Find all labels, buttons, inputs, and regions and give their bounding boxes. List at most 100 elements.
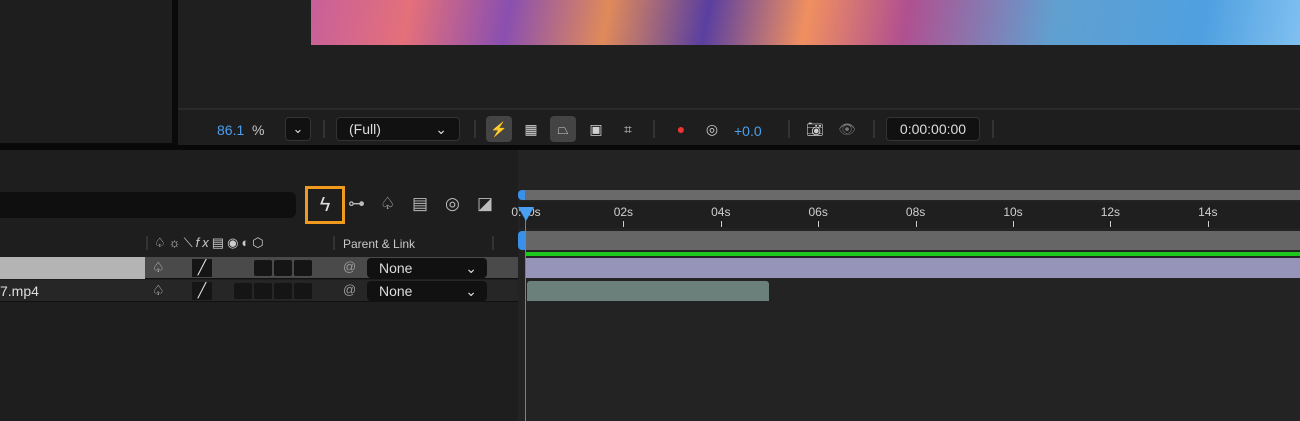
ruler-tick-label: 12s	[1100, 205, 1121, 219]
graph-editor-button[interactable]: ◪	[477, 194, 493, 214]
ruler-tick-label: 06s	[808, 205, 828, 219]
reset-exposure-button[interactable]: ◎	[699, 116, 725, 142]
lightning-icon: ϟ	[319, 193, 331, 216]
work-area-bar[interactable]	[525, 231, 1300, 250]
switch-box[interactable]	[254, 260, 272, 276]
shy-switch-icon[interactable]: ♤	[152, 259, 165, 276]
separator	[653, 120, 655, 138]
film-icon: ▤	[412, 194, 429, 213]
mask-path-icon: ⏢	[557, 120, 569, 137]
switch-box[interactable]	[294, 260, 312, 276]
ruler-tick-mark	[818, 221, 820, 227]
zoom-value[interactable]: 86.1	[217, 122, 244, 138]
transparency-grid-button[interactable]: ▦	[518, 116, 544, 142]
quality-switch[interactable]: ╱	[192, 282, 212, 300]
layer-name[interactable]: 7.mp4	[0, 283, 39, 299]
ruler-tick-mark	[1207, 221, 1209, 227]
aperture-icon: ◎	[705, 120, 719, 137]
fast-previews-button[interactable]: ⚡	[486, 116, 512, 142]
parent-value: None	[379, 260, 413, 276]
switches-icons: ♤☼⟍fx▤◉◐⬡	[154, 235, 267, 250]
ruler-tick-mark	[1013, 221, 1014, 227]
separator	[146, 236, 148, 250]
draft-3d-button[interactable]: ϟ	[305, 186, 345, 224]
render-cache-bar	[525, 252, 1300, 256]
ruler-tick-mark	[720, 221, 722, 227]
switch-box[interactable]	[234, 283, 252, 299]
hide-shy-layers-button[interactable]: ♤	[380, 194, 395, 214]
work-area-start-handle[interactable]	[518, 231, 525, 250]
layer-row[interactable]: ♤ ╱ @ None ⌄	[0, 257, 518, 279]
pick-whip-icon[interactable]: @	[343, 282, 356, 297]
separator	[492, 236, 494, 250]
motion-blur-icon: ◎	[445, 194, 460, 213]
playhead-line[interactable]	[525, 208, 526, 421]
ruler-tick-mark	[915, 221, 917, 227]
motion-blur-button[interactable]: ◎	[445, 194, 460, 214]
separator	[992, 120, 994, 138]
quality-switch[interactable]: ╱	[192, 259, 212, 277]
time-ruler[interactable]: 0:00s02s04s06s08s10s12s14s1	[511, 202, 1300, 228]
time-navigator[interactable]	[525, 190, 1300, 200]
layer-duration-bar[interactable]	[525, 258, 1300, 278]
snapshot-button[interactable]: 📷︎	[802, 116, 828, 142]
layer-duration-bar[interactable]	[527, 281, 769, 301]
layer-column-header: ♤☼⟍fx▤◉◐⬡ Parent & Link	[0, 232, 518, 256]
mask-visibility-button[interactable]: ⏢	[550, 116, 576, 142]
separator	[323, 120, 325, 138]
switch-box[interactable]	[294, 283, 312, 299]
parent-dropdown[interactable]: None ⌄	[367, 258, 487, 278]
separator	[873, 120, 875, 138]
channel-button[interactable]: ●	[668, 116, 694, 142]
exposure-value[interactable]: +0.0	[734, 123, 762, 139]
ruler-tick-label: 02s	[613, 205, 634, 219]
checkerboard-icon: ▦	[524, 120, 538, 137]
ruler-tick-mark	[623, 221, 625, 227]
camera-icon: 📷︎	[806, 120, 824, 137]
separator	[474, 120, 476, 138]
chevron-down-icon: ⌄	[435, 121, 447, 137]
zoom-unit: %	[252, 122, 265, 138]
ruler-tick-label: 14s	[1198, 205, 1218, 219]
parent-dropdown[interactable]: None ⌄	[367, 281, 487, 301]
grid-guides-button[interactable]: ⌗	[615, 116, 641, 142]
switch-box[interactable]	[274, 260, 292, 276]
resolution-dropdown[interactable]: (Full) ⌄	[336, 117, 460, 141]
layer-name[interactable]	[0, 257, 145, 279]
chevron-down-icon: ⌄	[292, 121, 304, 136]
flowchart-button[interactable]: ⊶	[348, 194, 365, 214]
separator	[788, 120, 790, 138]
frame-blending-button[interactable]: ▤	[412, 194, 428, 214]
chevron-down-icon: ⌄	[465, 283, 477, 299]
parent-value: None	[379, 283, 413, 299]
flowchart-icon: ⊶	[348, 194, 365, 213]
switch-box[interactable]	[274, 283, 292, 299]
rgb-channels-icon: ●	[676, 121, 686, 137]
separator	[333, 236, 335, 250]
zoom-dropdown-button[interactable]: ⌄	[285, 117, 311, 141]
ruler-tick-label: 04s	[711, 205, 731, 219]
chevron-down-icon: ⌄	[465, 260, 477, 276]
eye-camera-icon: 👁︎	[838, 120, 856, 137]
layer-row[interactable]: 7.mp4 ♤ ╱ @ None ⌄	[0, 280, 518, 302]
region-icon: ▣	[589, 120, 603, 137]
playhead-handle[interactable]	[518, 207, 534, 221]
navigator-start-handle[interactable]	[518, 190, 525, 200]
timecode-display[interactable]: 0:00:00:00	[886, 117, 980, 141]
shy-switch-icon[interactable]: ♤	[152, 282, 165, 299]
show-snapshot-button[interactable]: 👁︎	[834, 116, 860, 142]
ruler-tick-label: 10s	[1003, 205, 1023, 219]
viewer-toolbar: 86.1 % ⌄ (Full) ⌄ ⚡ ▦ ⏢ ▣ ⌗ ● ◎ +0.0 📷︎ 👁…	[178, 108, 1300, 145]
ruler-tick-label: 08s	[905, 205, 926, 219]
grid-icon: ⌗	[624, 120, 632, 137]
video-preview	[311, 0, 1300, 45]
pick-whip-icon[interactable]: @	[343, 259, 356, 274]
switch-box[interactable]	[254, 283, 272, 299]
region-of-interest-button[interactable]: ▣	[583, 116, 609, 142]
resolution-value: (Full)	[349, 121, 381, 137]
project-panel	[0, 0, 172, 145]
lightning-icon: ⚡	[490, 120, 508, 137]
layer-search-input[interactable]	[0, 192, 296, 218]
ruler-tick-mark	[1110, 221, 1112, 227]
parent-link-header: Parent & Link	[343, 237, 416, 251]
